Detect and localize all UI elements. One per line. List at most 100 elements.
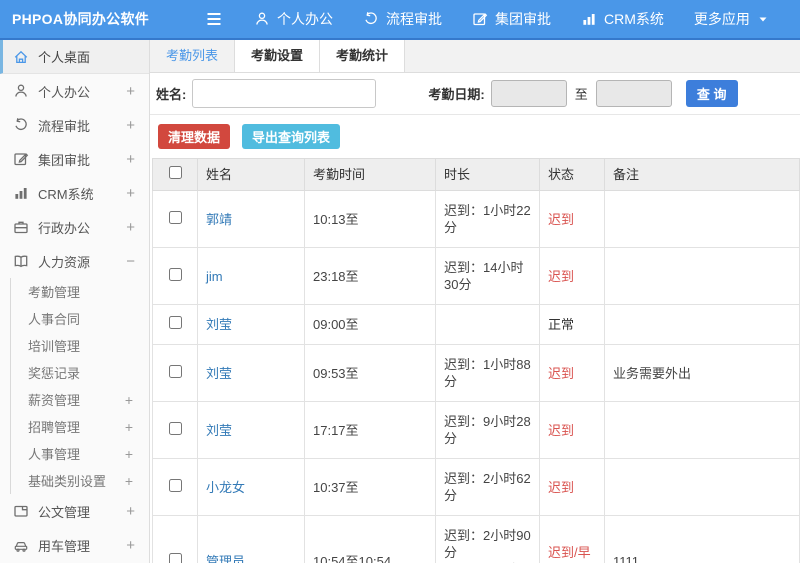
date-to-separator: 至 [574,87,588,102]
employee-name-link[interactable]: jim [206,269,223,284]
row-checkbox[interactable] [168,267,182,281]
attendance-time-cell: 10:37至 [304,458,436,516]
duration-cell [435,304,540,345]
export-list-button[interactable]: 导出查询列表 [242,124,341,149]
name-input[interactable] [192,79,377,108]
date-from-input[interactable] [490,80,567,107]
expand-plus-icon[interactable]: + [125,392,133,408]
collapse-minus-icon[interactable]: − [126,253,135,270]
table-row: 刘莹 09:53至 迟到：1小时88分 迟到 业务需要外出 [152,344,800,402]
hamburger-menu-icon[interactable] [206,12,222,26]
table-header-row: 姓名 考勤时间 时长 状态 备注 [152,158,800,191]
row-checkbox[interactable] [168,552,182,563]
row-checkbox[interactable] [168,364,182,378]
sidebar-subitem-attendance-management[interactable]: 考勤管理 [11,278,149,305]
document-icon [14,505,28,517]
employee-name-link[interactable]: 刘莹 [206,366,232,381]
expand-plus-icon[interactable]: + [126,151,135,168]
topnav-workflow-approval[interactable]: 流程审批 [363,9,442,29]
status-badge: 迟到 [539,247,605,305]
bar-chart-icon [583,14,595,25]
employee-name-link[interactable]: 刘莹 [206,423,232,438]
expand-plus-icon[interactable]: + [126,83,135,100]
tab-attendance-statistics[interactable]: 考勤统计 [320,40,405,72]
sidebar-subitem-label: 基础类别设置 [28,474,107,489]
clean-data-button[interactable]: 清理数据 [158,124,231,149]
sidebar-subitem-reward-punishment-records[interactable]: 奖惩记录 [11,359,149,386]
sidebar-subitem-label: 考勤管理 [28,285,81,300]
employee-name-link[interactable]: 刘莹 [206,317,232,332]
sidebar-item-administrative-office[interactable]: 行政办公 + [0,210,149,244]
tab-attendance-settings[interactable]: 考勤设置 [235,40,320,72]
status-badge: 迟到 [539,190,605,248]
topnav-more-apps[interactable]: 更多应用 [694,9,769,29]
sidebar-subitem-label: 培训管理 [28,339,81,354]
row-checkbox[interactable] [168,421,182,435]
topnav-group-approval[interactable]: 集团审批 [472,9,551,29]
status-badge: 迟到 [539,344,605,402]
expand-plus-icon[interactable]: + [126,503,135,520]
attendance-time-cell: 17:17至 [304,401,436,459]
sidebar-subitem-salary-management[interactable]: 薪资管理 + [11,386,149,413]
hr-submenu: 考勤管理 人事合同 培训管理 奖惩记录 薪资管理 + 招聘管理 + 人事管理 +… [10,278,149,494]
topnav-label: 集团审批 [495,11,551,27]
col-header-time: 考勤时间 [304,158,436,191]
sidebar-item-crm-system[interactable]: CRM系统 + [0,176,149,210]
row-checkbox[interactable] [168,210,182,224]
briefcase-icon [14,221,28,234]
topnav-personal-office[interactable]: 个人办公 [254,9,333,29]
sidebar-item-vehicle-management[interactable]: 用车管理 + [0,528,149,562]
sidebar-item-label: 公文管理 [38,504,91,520]
sidebar-item-personal-office[interactable]: 个人办公 + [0,74,149,108]
sidebar-subitem-training-management[interactable]: 培训管理 [11,332,149,359]
sidebar-item-workflow-approval[interactable]: 流程审批 + [0,108,149,142]
row-checkbox[interactable] [168,478,182,492]
remark-cell [604,401,800,459]
topnav-label: CRM系统 [604,11,664,27]
attendance-time-cell: 23:18至 [304,247,436,305]
sidebar-subitem-personnel-contract[interactable]: 人事合同 [11,305,149,332]
search-form: 姓名: 考勤日期: 至 查 询 [150,73,800,115]
sidebar-subitem-personnel-management[interactable]: 人事管理 + [11,440,149,467]
sidebar-item-human-resources[interactable]: 人力资源 − [0,244,149,278]
query-button[interactable]: 查 询 [685,80,738,107]
topnav-label: 个人办公 [277,11,333,27]
employee-name-link[interactable]: 小龙女 [206,480,245,495]
topnav-label: 流程审批 [386,11,442,27]
sidebar-subitem-label: 奖惩记录 [28,366,81,381]
status-badge: 正常 [539,304,605,345]
expand-plus-icon[interactable]: + [126,537,135,554]
sidebar-subitem-basic-category-settings[interactable]: 基础类别设置 + [11,467,149,494]
expand-plus-icon[interactable]: + [126,219,135,236]
employee-name-link[interactable]: 郭靖 [206,212,232,227]
expand-plus-icon[interactable]: + [126,117,135,134]
select-all-checkbox[interactable] [168,166,182,179]
sidebar-subitem-recruitment-management[interactable]: 招聘管理 + [11,413,149,440]
sidebar-item-personal-desktop[interactable]: 个人桌面 [0,40,149,74]
app-title: PHPOA协同办公软件 [12,11,150,27]
expand-plus-icon[interactable]: + [126,185,135,202]
tab-attendance-list[interactable]: 考勤列表 [150,40,235,72]
sidebar-item-label: 人力资源 [38,254,91,270]
attendance-date-label: 考勤日期: [428,87,485,102]
expand-plus-icon[interactable]: + [125,419,133,435]
expand-plus-icon[interactable]: + [125,473,133,489]
sidebar-subitem-label: 薪资管理 [28,393,81,408]
attendance-time-cell: 09:00至 [304,304,436,345]
name-label: 姓名: [156,87,187,102]
table-row: 郭靖 10:13至 迟到：1小时22分 迟到 [152,190,800,248]
col-header-name: 姓名 [197,158,305,191]
sidebar-item-document-management[interactable]: 公文管理 + [0,494,149,528]
edit-icon [473,13,488,26]
status-badge: 迟到/早退 [539,515,605,563]
sidebar-item-group-approval[interactable]: 集团审批 + [0,142,149,176]
expand-plus-icon[interactable]: + [125,446,133,462]
car-icon [14,542,28,552]
employee-name-link[interactable]: 管理员 [206,554,245,563]
date-to-input[interactable] [595,80,672,107]
topnav-crm-system[interactable]: CRM系统 [581,9,664,29]
row-checkbox[interactable] [168,316,182,329]
remark-cell [604,190,800,248]
sidebar-item-label: 流程审批 [38,118,91,134]
col-header-duration: 时长 [435,158,540,191]
